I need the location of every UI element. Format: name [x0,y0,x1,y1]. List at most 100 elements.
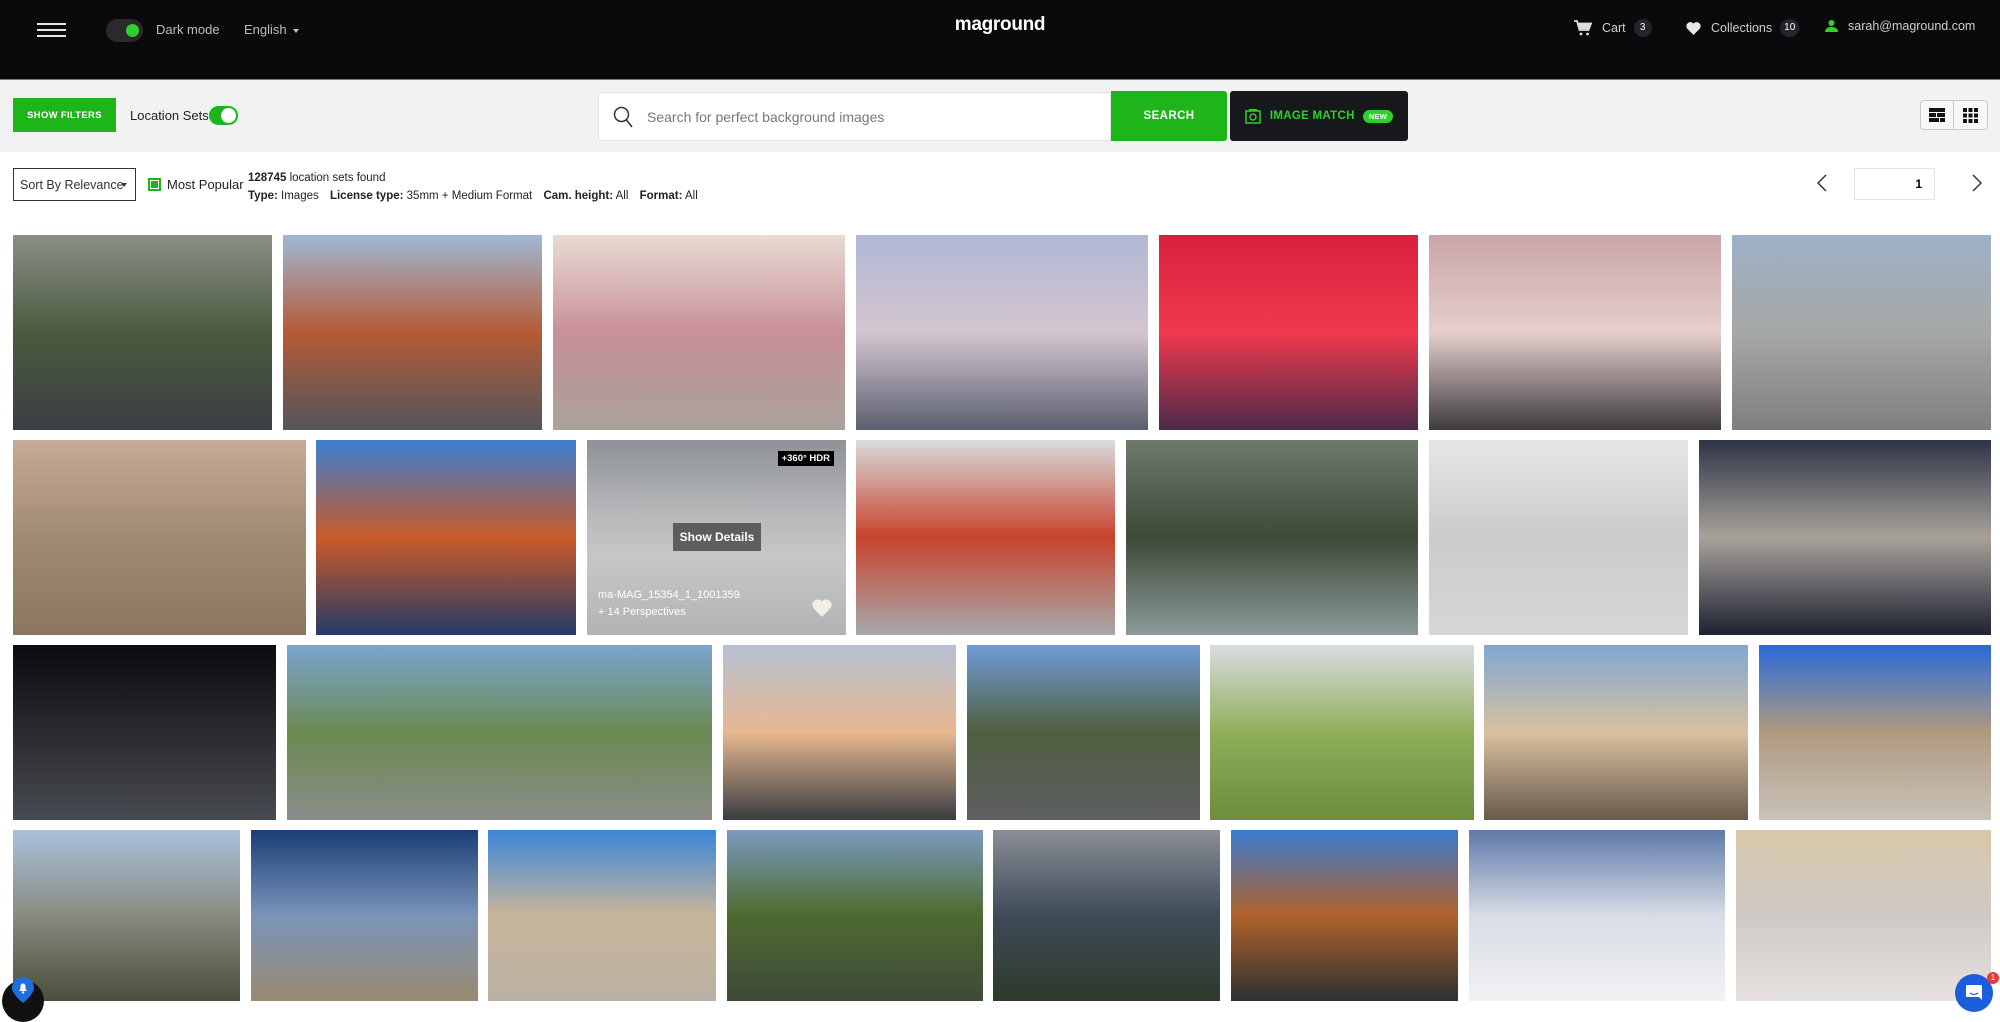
filter-value: Images [281,190,319,202]
menu-hamburger-icon[interactable] [37,23,66,37]
hdr-360-badge: +360° HDR [777,451,834,466]
image-tile[interactable] [1699,440,1991,635]
active-filters: Type: Images License type: 35mm + Medium… [248,187,706,205]
cart-link[interactable]: Cart 3 [1574,19,1652,37]
filter-key: Cam. height: [543,190,614,202]
masonry-view-button[interactable] [1920,100,1954,130]
search-input[interactable] [647,93,1097,140]
previous-page-chevron-icon[interactable] [1817,174,1827,192]
perspectives-count: + 14 Perspectives [598,606,686,618]
image-tile[interactable]: +360° HDR Show Details ma-MAG_15354_1_1001… [587,440,846,635]
user-email: sarah@maground.com [1848,19,1976,33]
image-name: ma-MAG_15354_1_1001359 [598,589,740,601]
filter-value: All [615,190,629,202]
image-tile[interactable] [967,645,1200,820]
new-badge: NEW [1362,109,1394,123]
image-tile[interactable] [316,440,576,635]
image-tile[interactable] [723,645,956,820]
collections-count-badge: 10 [1780,19,1800,37]
chat-button[interactable]: 1 [1955,972,1999,1012]
tile-caption: ma-MAG_15354_1_1001359 + 14 Perspectives [598,587,740,621]
filter-type: Type: Images [248,190,319,202]
search-box [598,92,1111,141]
most-popular-checkbox[interactable]: Most Popular [148,177,244,192]
image-tile[interactable] [1736,830,1991,1001]
image-tile[interactable] [287,645,712,820]
user-account-link[interactable]: sarah@maground.com [1825,19,1975,33]
masonry-grid-icon [1929,108,1945,122]
heart-icon [1686,21,1701,35]
filter-key: Format: [639,190,683,202]
image-tile[interactable] [1126,440,1418,635]
add-to-collection-heart-icon[interactable] [812,599,832,617]
filter-value: 35mm + Medium Format [406,190,533,202]
filter-key: License type: [329,190,404,202]
notifications-widget[interactable] [2,977,44,1022]
language-dropdown[interactable]: English [244,22,299,37]
bell-icon [12,977,34,1003]
collections-link[interactable]: Collections 10 [1686,19,1800,37]
image-tile[interactable] [251,830,478,1001]
image-tile[interactable] [13,235,272,430]
grid-view-button[interactable] [1954,100,1988,130]
image-match-button[interactable]: IMAGE MATCH NEW [1230,91,1408,141]
image-tile[interactable] [1429,235,1721,430]
image-tile[interactable] [13,645,276,820]
chat-unread-badge: 1 [1987,972,1999,984]
filter-value: All [685,190,698,202]
image-match-label: IMAGE MATCH [1269,110,1355,122]
location-sets-toggle[interactable] [209,106,238,125]
cart-count-badge: 3 [1633,19,1652,37]
search-toolbar: SHOW FILTERS Location Sets SEARCH IMAGE … [0,79,2000,152]
view-mode-switcher [1920,100,1988,130]
image-tile[interactable] [13,440,306,635]
cart-icon [1574,20,1592,36]
filter-cam-height: Cam. height: All [543,190,628,202]
caret-down-icon [292,28,299,33]
image-tile[interactable] [993,830,1220,1001]
image-tile[interactable] [1159,235,1418,430]
show-details-button[interactable]: Show Details [673,523,761,551]
page-number-input[interactable] [1854,168,1935,200]
filter-format: Format: All [640,190,698,202]
image-tile[interactable] [488,830,716,1001]
image-tile[interactable] [1429,440,1688,635]
image-tile[interactable] [856,440,1115,635]
grid-icon [1963,107,1978,123]
image-tile[interactable] [727,830,983,1001]
image-tile[interactable] [856,235,1148,430]
checkbox-checked-icon [148,178,161,191]
image-tile[interactable] [1732,235,1991,430]
results-count: 128745 [248,172,287,184]
maground-logo[interactable]: maground [955,14,1046,35]
sort-value: Sort By Relevance [20,177,124,192]
toggle-knob [126,24,139,37]
image-tile[interactable] [1210,645,1474,820]
top-navigation-bar: Dark mode English maground Cart 3 Collec… [0,0,2000,79]
image-tile[interactable] [1231,830,1458,1001]
results-count-line: 128745 location sets found [248,169,706,187]
cart-label: Cart [1602,21,1626,35]
image-tile[interactable] [13,830,240,1001]
image-tile[interactable] [553,235,845,430]
location-sets-label: Location Sets [130,108,209,123]
filter-key: Type: [248,190,278,202]
results-count-suffix: location sets found [286,172,386,184]
results-summary: 128745 location sets found Type: Images … [248,169,706,205]
image-tile[interactable] [1759,645,1991,820]
next-page-chevron-icon[interactable] [1972,174,1982,192]
image-tile[interactable] [1484,645,1748,820]
dark-mode-label: Dark mode [156,22,220,37]
filter-license: License type: 35mm + Medium Format [330,190,532,202]
sort-dropdown[interactable]: Sort By Relevance [13,168,136,201]
image-tile[interactable] [283,235,542,430]
chat-icon [1966,985,1982,1000]
search-button[interactable]: SEARCH [1111,91,1227,141]
camera-icon [1245,109,1261,124]
image-tile[interactable] [1469,830,1725,1001]
dark-mode-toggle[interactable] [106,19,143,42]
search-icon [613,106,633,128]
language-value: English [244,22,287,37]
show-filters-button[interactable]: SHOW FILTERS [13,98,116,132]
caret-down-icon [121,183,127,187]
